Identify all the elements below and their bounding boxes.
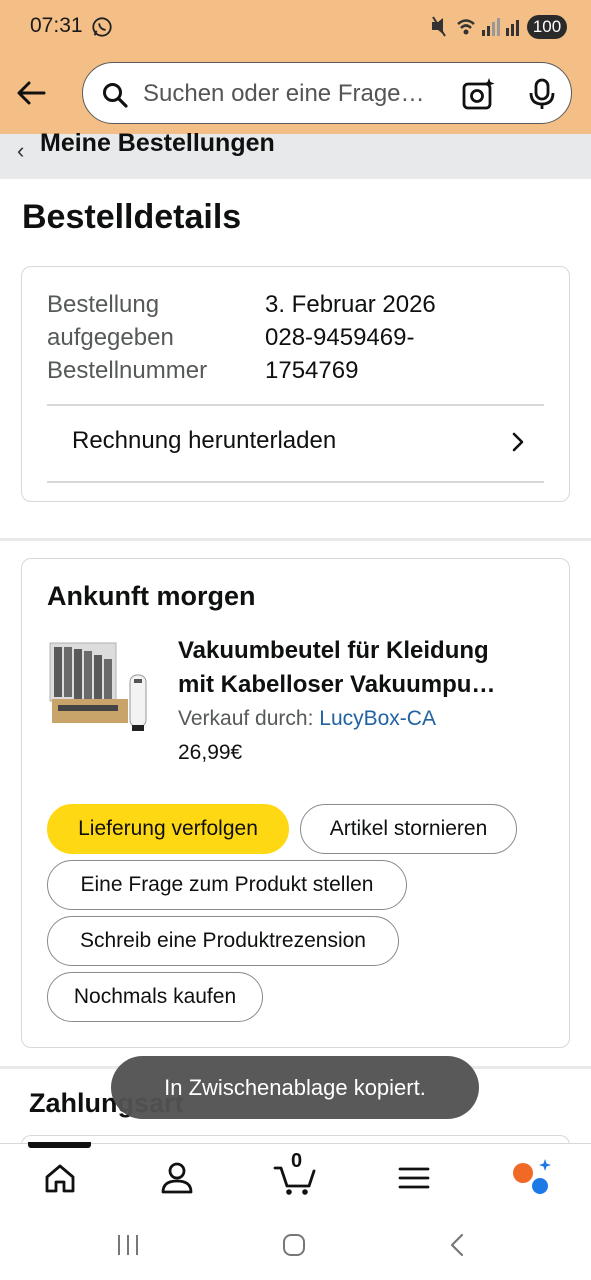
search-bar[interactable]: Suchen oder eine Frage… (82, 62, 572, 124)
account-icon[interactable] (157, 1158, 197, 1198)
ai-assistant-icon[interactable] (510, 1158, 554, 1198)
order-number-label: Bestellnummer (47, 357, 208, 384)
whatsapp-icon (92, 17, 112, 37)
home-icon[interactable] (40, 1158, 80, 1198)
product-title[interactable]: Vakuumbeutel für Kleidung mit Kabelloser… (178, 634, 548, 702)
page-title: Bestelldetails (22, 198, 242, 236)
status-bar: 07:31 100 (0, 0, 591, 56)
order-info-card: Bestellung 3. Februar 2026 aufgegeben 02… (21, 266, 570, 502)
search-input[interactable]: Suchen oder eine Frage… (143, 80, 453, 108)
shipment-card: Ankunft morgen Vakuumbeutel für Kleidung… (21, 558, 570, 1048)
system-nav-bar (0, 1213, 591, 1280)
chevron-left-icon: ‹ (17, 138, 25, 163)
product-title-line: mit Kabelloser Vakuumpu… (178, 671, 496, 698)
toast-message: In Zwischenablage kopiert. (111, 1056, 479, 1119)
order-date: 3. Februar 2026 (265, 291, 436, 318)
buy-again-button[interactable]: Nochmals kaufen (47, 972, 263, 1022)
seller-prefix: Verkauf durch: (178, 707, 314, 730)
ask-question-button[interactable]: Eine Frage zum Produkt stellen (47, 860, 407, 910)
back-nav-icon[interactable] (448, 1233, 468, 1257)
microphone-icon[interactable] (527, 78, 557, 110)
breadcrumb-label[interactable]: Meine Bestellungen (40, 129, 275, 158)
cart-count-badge: 0 (291, 1150, 303, 1172)
bottom-tab-bar: 0 (0, 1142, 591, 1213)
order-number[interactable]: 028-9459469- (265, 321, 414, 354)
signal-icons (432, 16, 519, 37)
order-label: Bestellung (47, 291, 160, 318)
breadcrumb[interactable]: ‹ Meine Bestellungen (0, 129, 591, 179)
product-price: 26,99€ (178, 741, 243, 764)
arrival-heading: Ankunft morgen (47, 581, 256, 611)
search-icon (103, 83, 128, 108)
order-label: aufgegeben (47, 324, 174, 351)
write-review-button[interactable]: Schreib eine Produktrezension (47, 916, 399, 966)
track-delivery-button[interactable]: Lieferung verfolgen (47, 804, 289, 854)
camera-search-icon[interactable] (461, 76, 497, 112)
order-number[interactable]: 1754769 (265, 354, 358, 387)
menu-icon[interactable] (394, 1158, 434, 1198)
cancel-item-button[interactable]: Artikel stornieren (300, 804, 517, 854)
product-image[interactable] (48, 641, 152, 739)
status-time: 07:31 (30, 14, 83, 37)
home-nav-icon[interactable] (281, 1233, 307, 1257)
back-arrow-icon[interactable] (14, 75, 50, 111)
app-header: Suchen oder eine Frage… (0, 56, 591, 134)
chevron-right-icon (512, 432, 524, 452)
battery-indicator: 100 (527, 15, 567, 39)
seller-line: Verkauf durch: LucyBox-CA (178, 707, 436, 731)
download-invoice-label: Rechnung herunterladen (72, 427, 337, 454)
section-separator (0, 538, 591, 541)
product-title-line: Vakuumbeutel für Kleidung (178, 637, 489, 664)
recent-apps-icon[interactable] (115, 1233, 141, 1257)
seller-link[interactable]: LucyBox-CA (319, 707, 436, 730)
divider (47, 481, 544, 483)
active-tab-indicator (28, 1142, 91, 1148)
download-invoice-row[interactable]: Rechnung herunterladen (47, 405, 544, 482)
